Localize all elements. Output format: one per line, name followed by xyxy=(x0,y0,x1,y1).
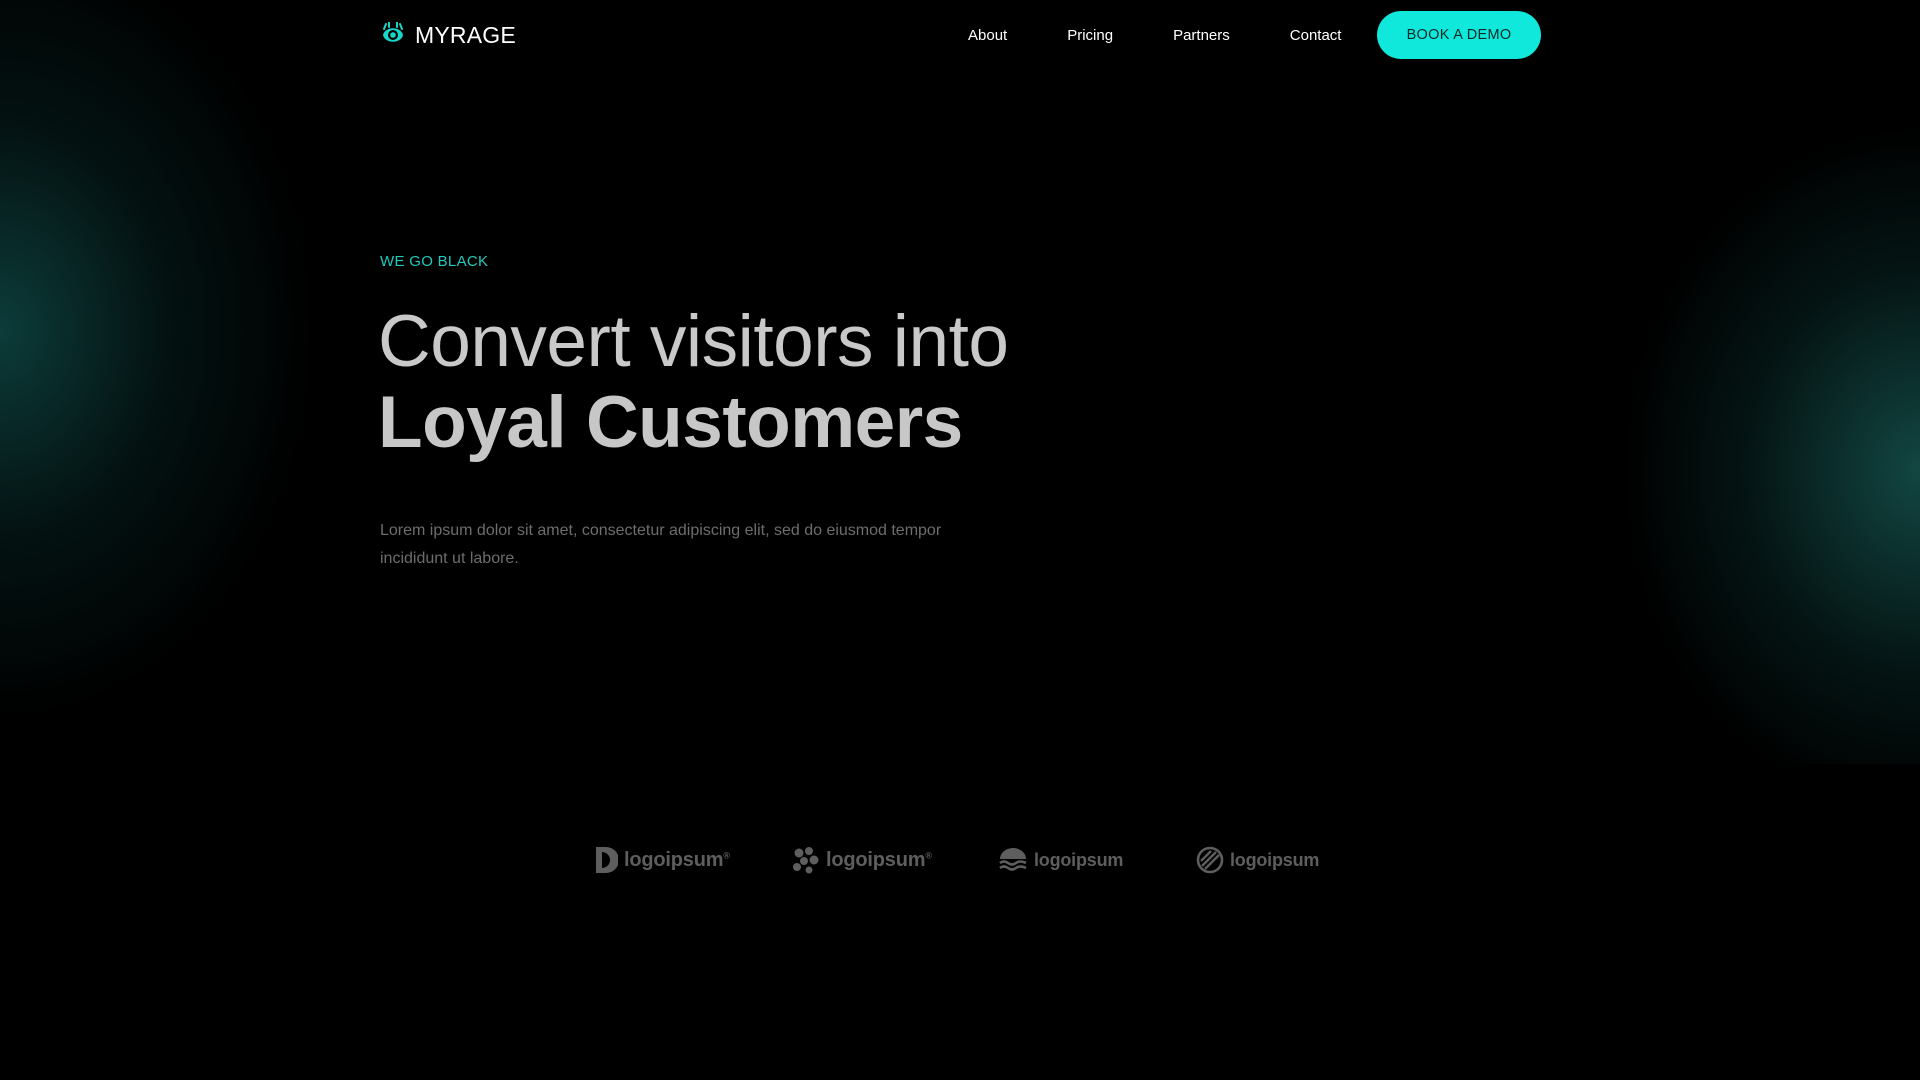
nav-link-pricing[interactable]: Pricing xyxy=(1067,27,1113,44)
nav-link-partners[interactable]: Partners xyxy=(1173,27,1230,44)
hero-description: Lorem ipsum dolor sit amet, consectetur … xyxy=(380,522,942,567)
top-nav: MYRAGE About Pricing Partners Contact BO… xyxy=(380,11,1541,59)
nav-links: About Pricing Partners Contact xyxy=(968,11,1341,59)
hero-section: MYRAGE About Pricing Partners Contact BO… xyxy=(0,0,1920,764)
waves-logo-icon xyxy=(999,848,1027,871)
brand-name: MYRAGE xyxy=(415,21,516,48)
hero-headline-line1: Convert visitors into xyxy=(378,301,1009,382)
nav-link-contact[interactable]: Contact xyxy=(1290,27,1342,44)
partner-logo-3: logoipsum xyxy=(998,840,1123,880)
book-demo-button[interactable]: BOOK A DEMO xyxy=(1377,11,1541,59)
brand-logo[interactable]: MYRAGE xyxy=(380,21,516,49)
dots-cluster-logo-icon xyxy=(793,847,819,874)
eye-logo-icon xyxy=(383,22,403,42)
partner-logo-2: logoipsum ® xyxy=(792,840,932,880)
logo-strip-section xyxy=(0,764,1920,1080)
partner-logo-4: logoipsum xyxy=(1196,840,1319,880)
partner-logo-2-text: logoipsum xyxy=(826,848,926,871)
partner-logo-4-text: logoipsum xyxy=(1230,849,1320,870)
nav-link-about[interactable]: About xyxy=(968,27,1007,44)
striped-circle-logo-icon xyxy=(1196,846,1224,874)
hero-eyebrow: WE GO BLACK xyxy=(380,253,489,270)
partner-logo-1-text: logoipsum xyxy=(624,848,724,871)
hero-headline-line2: Loyal Customers xyxy=(378,382,963,463)
partner-logo-1: logoipsum ® xyxy=(594,840,730,880)
half-circle-logo-icon xyxy=(596,847,618,873)
partner-logo-3-text: logoipsum xyxy=(1034,849,1124,870)
